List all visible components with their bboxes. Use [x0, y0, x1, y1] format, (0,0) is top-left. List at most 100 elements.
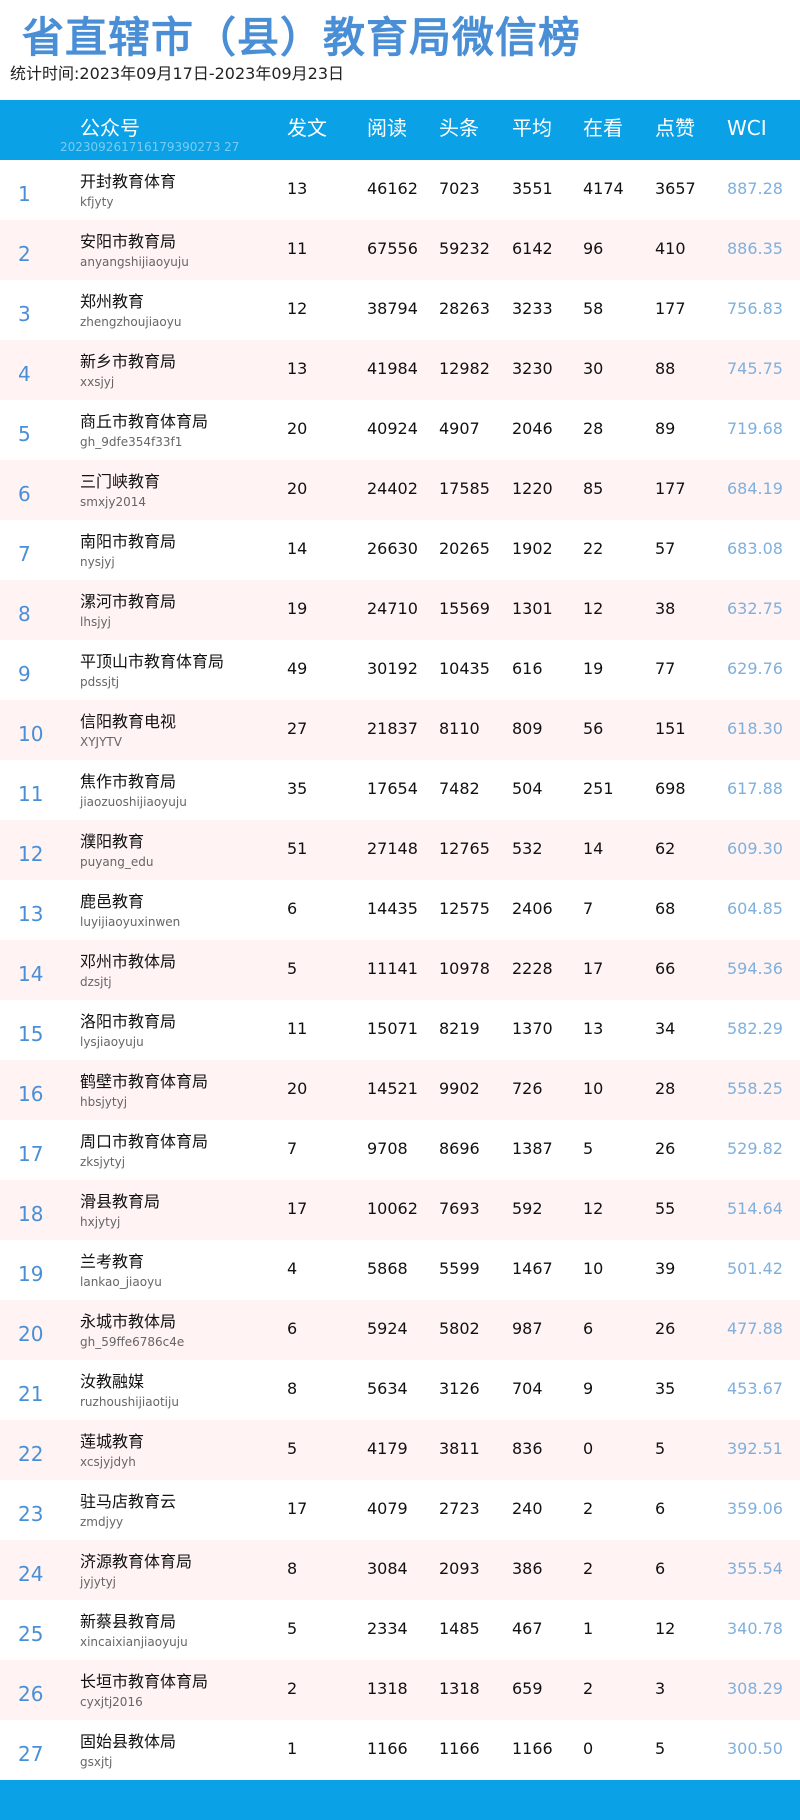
posts-cell: 51	[287, 839, 308, 858]
likes-cell: 177	[655, 479, 686, 498]
header-wci: WCI	[727, 116, 767, 140]
watching-cell: 12	[583, 1199, 604, 1218]
rank-cell: 16	[18, 1082, 44, 1106]
likes-cell: 34	[655, 1019, 676, 1038]
account-name: 洛阳市教育局	[80, 1012, 177, 1031]
account-id: xcsjyjdyh	[80, 1455, 136, 1469]
average-cell: 836	[512, 1439, 543, 1458]
watching-cell: 10	[583, 1259, 604, 1278]
likes-cell: 77	[655, 659, 676, 678]
watching-cell: 0	[583, 1739, 594, 1758]
watching-cell: 12	[583, 599, 604, 618]
table-row: 25 新蔡县教育局 xincaixianjiaoyuju 5 2334 1485 467 1 1…	[0, 1600, 800, 1660]
watching-cell: 7	[583, 899, 594, 918]
likes-cell: 55	[655, 1199, 676, 1218]
table-row: 15 洛阳市教育局 lysjiaoyuju 11 15071 8219 1370 13 34 58…	[0, 1000, 800, 1060]
account-name: 濮阳教育	[80, 832, 145, 851]
wci-cell: 719.68	[727, 419, 783, 438]
headline-cell: 7693	[439, 1199, 480, 1218]
average-cell: 726	[512, 1079, 543, 1098]
watching-cell: 17	[583, 959, 604, 978]
header-headline: 头条	[439, 116, 479, 140]
average-cell: 386	[512, 1559, 543, 1578]
average-cell: 592	[512, 1199, 543, 1218]
wci-cell: 453.67	[727, 1379, 783, 1398]
account-id: luyijiaoyuxinwen	[80, 915, 181, 929]
average-cell: 6142	[512, 239, 553, 258]
account-name: 焦作市教育局	[80, 772, 177, 791]
posts-cell: 8	[287, 1559, 298, 1578]
rank-cell: 25	[18, 1622, 44, 1646]
watching-cell: 4174	[583, 179, 624, 198]
rank-cell: 6	[18, 482, 31, 506]
likes-cell: 38	[655, 599, 676, 618]
average-cell: 1902	[512, 539, 553, 558]
rank-cell: 10	[18, 722, 44, 746]
watching-cell: 14	[583, 839, 604, 858]
reads-cell: 5924	[367, 1319, 408, 1338]
headline-cell: 5802	[439, 1319, 480, 1338]
account-id: xxsjyj	[80, 375, 115, 389]
reads-cell: 26630	[367, 539, 418, 558]
reads-cell: 67556	[367, 239, 418, 258]
watermark: 202309261716179390273 27	[60, 140, 240, 154]
account-name: 漯河市教育局	[80, 592, 177, 611]
wci-cell: 355.54	[727, 1559, 783, 1578]
reads-cell: 4079	[367, 1499, 408, 1518]
account-id: XYJYTV	[80, 735, 122, 749]
posts-cell: 12	[287, 299, 308, 318]
average-cell: 3233	[512, 299, 553, 318]
account-id: nysjyj	[80, 555, 115, 569]
rank-cell: 14	[18, 962, 44, 986]
account-id: zmdjyy	[80, 1515, 124, 1529]
posts-cell: 2	[287, 1679, 298, 1698]
headline-cell: 12982	[439, 359, 490, 378]
reads-cell: 24710	[367, 599, 418, 618]
reads-cell: 5868	[367, 1259, 408, 1278]
table-row: 26 长垣市教育体育局 cyxjtj2016 2 1318 1318 659 2 3 308.29	[0, 1660, 800, 1720]
account-name: 周口市教育体育局	[80, 1132, 209, 1151]
account-id: anyangshijiaoyuju	[80, 255, 189, 269]
account-id: lhsjyj	[80, 615, 111, 629]
account-name: 安阳市教育局	[80, 232, 177, 251]
watching-cell: 56	[583, 719, 604, 738]
account-id: jyjytyj	[80, 1575, 117, 1589]
table-row: 6 三门峡教育 smxjy2014 20 24402 17585 1220 85 177 684.…	[0, 460, 800, 520]
table-row: 11 焦作市教育局 jiaozuoshijiaoyuju 35 17654 7482 504…	[0, 760, 800, 820]
wci-cell: 594.36	[727, 959, 783, 978]
posts-cell: 17	[287, 1199, 308, 1218]
average-cell: 1387	[512, 1139, 553, 1158]
headline-cell: 3811	[439, 1439, 480, 1458]
headline-cell: 10978	[439, 959, 490, 978]
headline-cell: 12575	[439, 899, 490, 918]
account-id: dzsjtj	[80, 975, 112, 989]
wci-cell: 340.78	[727, 1619, 783, 1638]
page-title: 省直辖市（县）教育局微信榜	[22, 13, 582, 62]
ranking-table: 1 开封教育体育 kfjyty 13 46162 7023 3551 4174 3657 887.…	[0, 160, 800, 1780]
account-name: 邓州市教体局	[80, 952, 177, 971]
posts-cell: 13	[287, 179, 308, 198]
likes-cell: 177	[655, 299, 686, 318]
headline-cell: 3126	[439, 1379, 480, 1398]
account-id: pdssjtj	[80, 675, 120, 689]
table-row: 16 鹤壁市教育体育局 hbsjytyj 20 14521 9902 726 10 28 558.…	[0, 1060, 800, 1120]
likes-cell: 5	[655, 1739, 666, 1758]
table-row: 7 南阳市教育局 nysjyj 14 26630 20265 1902 22 57 683.08	[0, 520, 800, 580]
likes-cell: 89	[655, 419, 676, 438]
likes-cell: 28	[655, 1079, 676, 1098]
wci-cell: 756.83	[727, 299, 783, 318]
reads-cell: 38794	[367, 299, 418, 318]
account-name: 新乡市教育局	[80, 352, 177, 371]
table-row: 3 郑州教育 zhengzhoujiaoyu 12 38794 28263 3233 58 17…	[0, 280, 800, 340]
posts-cell: 1	[287, 1739, 298, 1758]
account-id: lysjiaoyuju	[80, 1035, 144, 1049]
account-id: xincaixianjiaoyuju	[80, 1635, 188, 1649]
watching-cell: 1	[583, 1619, 594, 1638]
wci-cell: 683.08	[727, 539, 783, 558]
likes-cell: 35	[655, 1379, 676, 1398]
average-cell: 1467	[512, 1259, 553, 1278]
header-posts: 发文	[287, 116, 327, 140]
likes-cell: 39	[655, 1259, 676, 1278]
account-name: 新蔡县教育局	[80, 1612, 177, 1631]
likes-cell: 12	[655, 1619, 676, 1638]
